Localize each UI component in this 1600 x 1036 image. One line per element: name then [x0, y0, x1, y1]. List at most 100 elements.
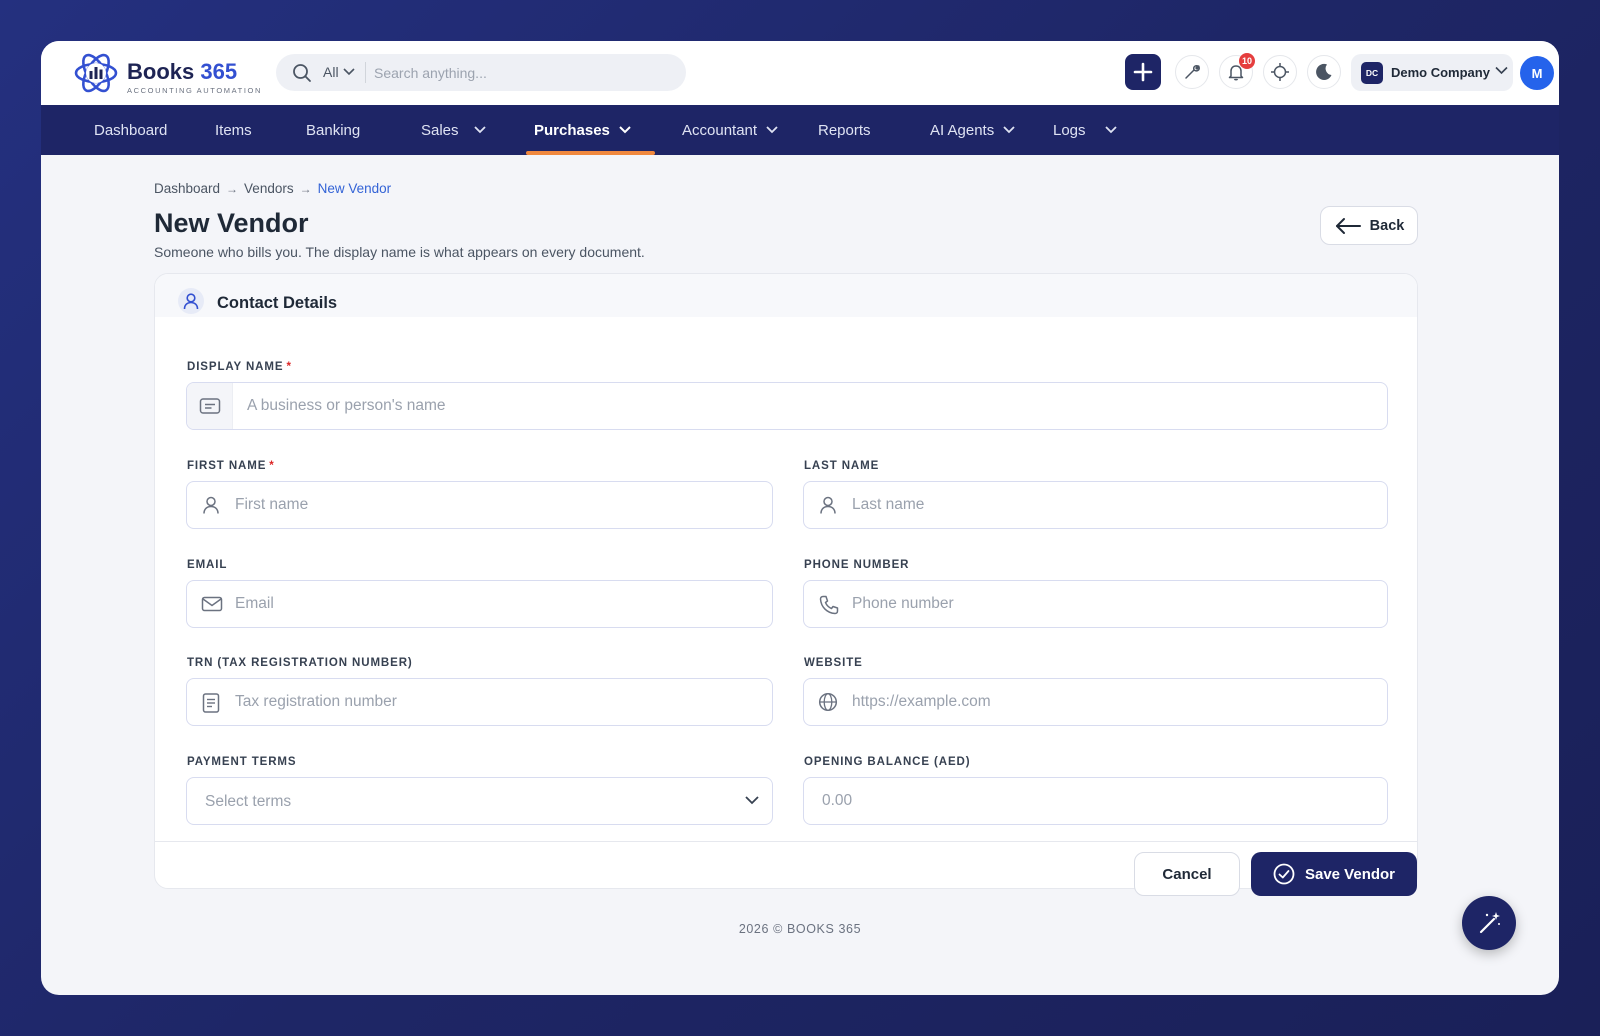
brand-logo-icon[interactable]	[73, 50, 119, 96]
page-subtitle: Someone who bills you. The display name …	[154, 244, 645, 260]
quick-add-button[interactable]	[1125, 54, 1161, 90]
nav-label: Purchases	[534, 121, 610, 139]
phone-field[interactable]	[803, 580, 1388, 628]
phone-label: PHONE NUMBER	[804, 559, 910, 571]
breadcrumb-current: New Vendor	[317, 181, 392, 196]
plus-icon	[1133, 62, 1153, 82]
wrench-icon	[1185, 65, 1200, 79]
tools-button[interactable]	[1175, 55, 1209, 89]
chevron-down-icon	[1104, 126, 1117, 134]
user-icon	[820, 496, 836, 514]
opening-balance-field[interactable]	[803, 777, 1388, 825]
nav-item-purchases[interactable]: Purchases	[534, 105, 632, 155]
globe-icon	[818, 692, 838, 712]
website-field[interactable]	[803, 678, 1388, 726]
brand-tagline: ACCOUNTING AUTOMATION	[127, 86, 262, 95]
website-label: WEBSITE	[804, 657, 863, 669]
search-scope-select[interactable]: All	[323, 64, 355, 80]
last-name-input[interactable]	[852, 482, 1375, 528]
nav-label: Dashboard	[94, 121, 168, 139]
card-icon	[187, 383, 233, 429]
first-name-label: FIRST NAME *	[187, 460, 275, 472]
company-initials: DC	[1361, 62, 1383, 84]
magic-wand-icon	[1479, 912, 1500, 934]
save-label: Save Vendor	[1304, 865, 1396, 883]
display-name-field[interactable]	[186, 382, 1388, 430]
moon-icon	[1316, 63, 1332, 80]
brand: Books 365 ACCOUNTING AUTOMATION	[127, 59, 262, 95]
mail-icon	[201, 596, 223, 612]
payment-terms-value: Select terms	[205, 793, 292, 810]
notification-count-badge: 10	[1239, 53, 1256, 69]
last-name-field[interactable]	[803, 481, 1388, 529]
save-vendor-button[interactable]: Save Vendor	[1251, 852, 1417, 896]
trn-input[interactable]	[235, 679, 760, 725]
trn-field[interactable]	[186, 678, 773, 726]
website-input[interactable]	[852, 679, 1375, 725]
display-name-label: DISPLAY NAME *	[187, 361, 292, 373]
user-avatar[interactable]: M	[1520, 56, 1554, 90]
nav-item-accountant[interactable]: Accountant	[682, 105, 779, 155]
payment-terms-label: PAYMENT TERMS	[187, 756, 297, 768]
arrow-left-icon	[1335, 217, 1361, 234]
email-field[interactable]	[186, 580, 773, 628]
nav-item-logs[interactable]: Logs	[1053, 105, 1118, 155]
app-window: Books 365 ACCOUNTING AUTOMATION All Sear…	[41, 41, 1559, 995]
email-input[interactable]	[235, 581, 760, 627]
company-switcher[interactable]: DC Demo Company	[1351, 54, 1513, 91]
footer: 2026 © BOOKS 365	[738, 922, 862, 936]
company-name: Demo Company	[1391, 65, 1490, 80]
crosshair-icon	[1271, 63, 1289, 81]
phone-input[interactable]	[852, 581, 1375, 627]
nav-item-sales[interactable]: Sales	[421, 105, 487, 155]
last-name-label: LAST NAME	[804, 460, 880, 472]
search-input[interactable]	[374, 60, 674, 85]
card-header: Contact Details	[155, 274, 1417, 317]
nav-item-items[interactable]: Items	[215, 105, 252, 155]
user-icon	[203, 496, 219, 514]
nav-label: AI Agents	[930, 121, 995, 139]
first-name-input[interactable]	[235, 482, 760, 528]
nav-label: Logs	[1053, 121, 1086, 139]
chevron-down-icon	[745, 796, 759, 805]
display-name-input[interactable]	[247, 383, 1387, 429]
nav-item-ai-agents[interactable]: AI Agents	[930, 105, 1016, 155]
user-icon	[178, 288, 204, 314]
nav-item-reports[interactable]: Reports	[818, 105, 871, 155]
breadcrumb-dashboard[interactable]: Dashboard	[154, 181, 220, 196]
back-button[interactable]: Back	[1320, 206, 1418, 245]
trn-label: TRN (TAX REGISTRATION NUMBER)	[187, 657, 413, 669]
cancel-button[interactable]: Cancel	[1134, 852, 1240, 896]
breadcrumb-arrow-icon: →	[226, 181, 239, 196]
chevron-down-icon	[619, 126, 631, 134]
nav-label: Items	[215, 121, 252, 139]
focus-button[interactable]	[1263, 55, 1297, 89]
ai-assistant-button[interactable]	[1462, 896, 1516, 950]
nav-item-dashboard[interactable]: Dashboard	[94, 105, 167, 155]
nav-label: Sales	[421, 121, 459, 139]
global-search: All	[276, 54, 686, 91]
search-scope-label: All	[323, 64, 339, 80]
theme-toggle-button[interactable]	[1307, 55, 1341, 89]
payment-terms-select[interactable]: Select terms	[186, 777, 773, 825]
opening-balance-input[interactable]	[822, 778, 1345, 824]
breadcrumb: Dashboard → Vendors → New Vendor	[154, 181, 391, 196]
section-title: Contact Details	[217, 294, 338, 312]
chevron-down-icon	[766, 126, 778, 134]
chevron-down-icon	[1003, 126, 1015, 134]
phone-icon	[819, 595, 839, 615]
card-divider	[155, 841, 1417, 842]
top-bar: Books 365 ACCOUNTING AUTOMATION All Sear…	[41, 41, 1559, 105]
first-name-field[interactable]	[186, 481, 773, 529]
breadcrumb-vendors[interactable]: Vendors	[244, 181, 294, 196]
chevron-down-icon	[342, 68, 355, 76]
nav-label: Accountant	[682, 121, 758, 139]
contact-details-card: Contact Details DISPLAY NAME* FIRST NAME…	[154, 273, 1418, 889]
search-divider	[365, 62, 366, 83]
chevron-down-icon	[473, 126, 486, 134]
email-label: EMAIL	[187, 559, 228, 571]
active-tab-indicator	[526, 151, 655, 155]
nav-item-banking[interactable]: Banking	[306, 105, 360, 155]
main-nav: Dashboard Items Banking Sales Purchases …	[41, 105, 1559, 155]
nav-label: Banking	[306, 121, 361, 139]
